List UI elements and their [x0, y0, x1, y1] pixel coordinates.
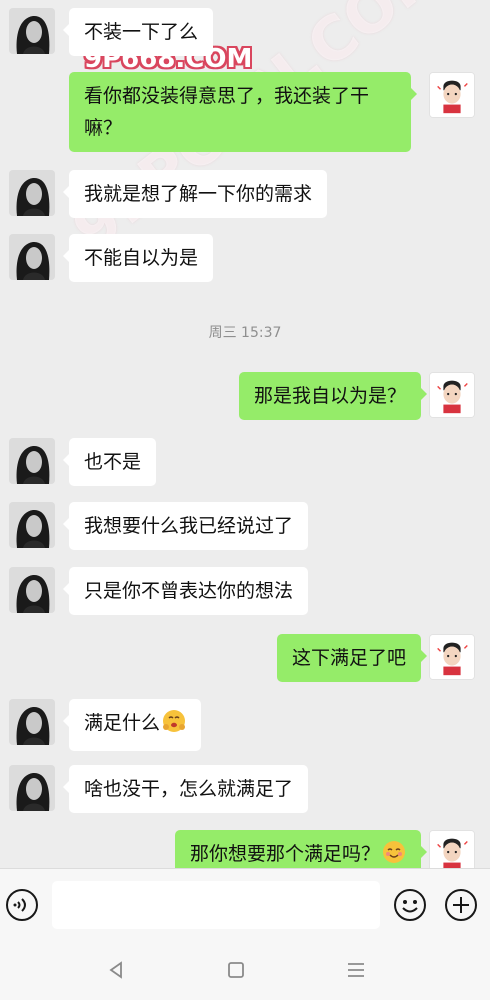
contact-avatar[interactable] — [9, 8, 55, 54]
nav-home-button[interactable] — [224, 958, 248, 982]
message-received[interactable]: 只是你不曾表达你的想法 — [62, 567, 309, 615]
contact-avatar[interactable] — [9, 502, 55, 548]
voice-icon — [6, 889, 38, 921]
back-triangle-icon — [109, 961, 122, 979]
plus-icon — [445, 889, 477, 921]
message-timestamp: 周三 15:37 — [208, 325, 282, 341]
message-received[interactable]: 啥也没干，怎么就满足了 — [62, 765, 309, 813]
nav-menu-button[interactable] — [344, 958, 368, 982]
message-sent[interactable]: 看你都没装得意思了，我还装了干嘛？ — [69, 72, 417, 152]
blushing-face-emoji — [382, 840, 406, 868]
my-avatar[interactable] — [429, 72, 475, 118]
message-received[interactable]: 不装一下了么 — [62, 8, 214, 56]
contact-avatar[interactable] — [9, 765, 55, 811]
menu-lines-icon — [348, 963, 364, 977]
chat-area[interactable]: 9P668.COM 91PORN.COM 不装一下了么 看你都没装得意思了，我还… — [0, 0, 490, 868]
nav-back-button[interactable] — [104, 958, 128, 982]
smiley-icon — [394, 889, 426, 921]
input-bar — [0, 868, 490, 940]
message-input[interactable] — [52, 881, 380, 929]
contact-avatar[interactable] — [9, 438, 55, 484]
contact-avatar[interactable] — [9, 699, 55, 745]
message-sent[interactable]: 这下满足了吧 — [276, 634, 428, 682]
message-text: 那你想要那个满足吗？ — [189, 843, 380, 865]
message-sent[interactable]: 那你想要那个满足吗？ — [174, 830, 428, 868]
message-received[interactable]: 满足什么 — [62, 699, 202, 751]
my-avatar[interactable] — [429, 830, 475, 868]
message-text: 满足什么 — [84, 712, 161, 734]
voice-button[interactable] — [4, 887, 40, 923]
message-received[interactable]: 我想要什么我已经说过了 — [62, 502, 309, 550]
emoji-button[interactable] — [392, 887, 428, 923]
message-received[interactable]: 我就是想了解一下你的需求 — [62, 170, 328, 218]
my-avatar[interactable] — [429, 372, 475, 418]
message-received[interactable]: 也不是 — [62, 438, 157, 486]
more-button[interactable] — [443, 887, 479, 923]
message-received[interactable]: 不能自以为是 — [62, 234, 214, 282]
my-avatar[interactable] — [429, 634, 475, 680]
system-navigation-bar — [0, 940, 490, 1000]
contact-avatar[interactable] — [9, 170, 55, 216]
message-sent[interactable]: 那是我自以为是？ — [238, 372, 428, 420]
home-square-icon — [228, 962, 244, 978]
contact-avatar[interactable] — [9, 567, 55, 613]
hugging-face-emoji — [162, 709, 186, 743]
contact-avatar[interactable] — [9, 234, 55, 280]
